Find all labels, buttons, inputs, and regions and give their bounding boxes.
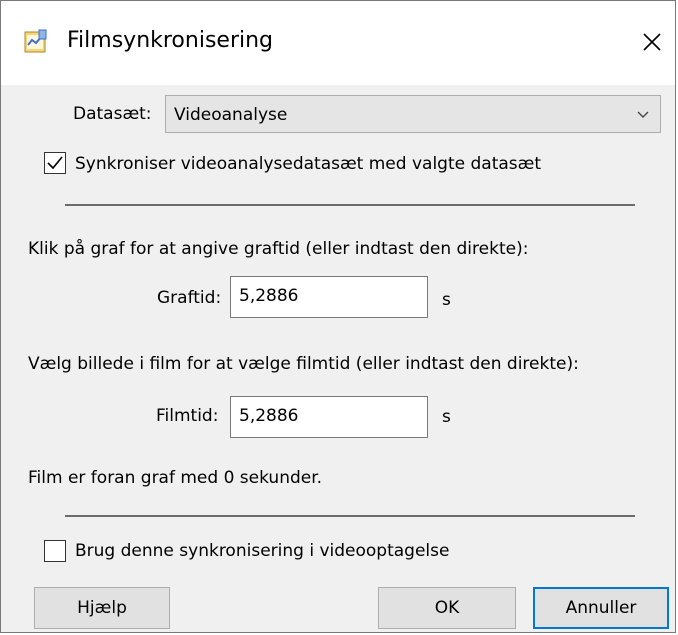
film-time-instruction: Vælg billede i film for at vælge filmtid… — [28, 354, 579, 374]
help-button[interactable]: Hjælp — [34, 587, 170, 629]
sync-status-text: Film er foran graf med 0 sekunder. — [28, 468, 323, 488]
graph-time-value: 5,2886 — [239, 286, 299, 306]
graph-time-unit: s — [442, 290, 451, 310]
chevron-down-icon — [636, 107, 650, 126]
record-checkbox-label: Brug denne synkronisering i videooptagel… — [75, 541, 450, 561]
divider — [65, 204, 635, 206]
film-time-input[interactable]: 5,2886 — [230, 396, 428, 438]
sync-checkbox[interactable] — [44, 152, 66, 174]
dataset-label: Datasæt: — [73, 104, 152, 124]
dataset-dropdown[interactable]: Videoanalyse — [165, 95, 661, 133]
sync-dialog: Filmsynkronisering Datasæt: Videoanalyse… — [0, 0, 676, 633]
record-checkbox[interactable] — [44, 540, 66, 562]
film-time-label: Filmtid: — [156, 406, 219, 426]
graph-time-label: Graftid: — [157, 288, 222, 308]
divider — [65, 515, 635, 517]
title-bar: Filmsynkronisering — [1, 1, 675, 85]
graph-time-instruction: Klik på graf for at angive graftid (elle… — [28, 239, 529, 259]
dataset-selected-value: Videoanalyse — [174, 105, 288, 125]
film-time-unit: s — [442, 407, 451, 427]
cancel-button[interactable]: Annuller — [533, 587, 669, 629]
window-title: Filmsynkronisering — [67, 28, 274, 53]
sync-checkbox-label: Synkroniser videoanalysedatasæt med valg… — [75, 154, 541, 174]
spreadsheet-app-icon — [23, 29, 49, 55]
film-time-value: 5,2886 — [239, 406, 299, 426]
close-button[interactable] — [629, 19, 675, 65]
graph-time-input[interactable]: 5,2886 — [230, 276, 428, 318]
checkmark-icon — [47, 156, 63, 170]
close-icon — [643, 33, 661, 51]
ok-button[interactable]: OK — [378, 587, 516, 629]
